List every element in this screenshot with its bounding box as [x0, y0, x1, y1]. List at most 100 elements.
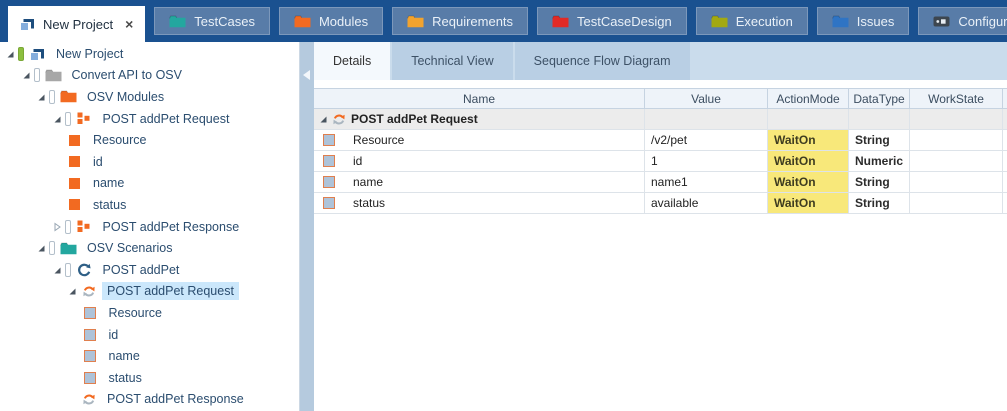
refresh-orange-icon — [330, 113, 347, 126]
execution-folder-icon — [711, 15, 728, 28]
project-window-icon — [20, 17, 35, 31]
tab-technical-view[interactable]: Technical View — [392, 42, 512, 80]
testcasedesign-folder-icon — [552, 15, 569, 28]
row-action-mode: WaitOn — [774, 154, 816, 168]
tab-modules[interactable]: Modules — [279, 7, 383, 35]
expander-expanded-icon[interactable] — [51, 113, 63, 124]
tab-details[interactable]: Details — [314, 42, 390, 80]
tree-item-post-addpet-request[interactable]: POST addPet Request — [0, 281, 299, 303]
work-state-cell[interactable] — [910, 130, 1003, 150]
data-type-cell[interactable]: String — [849, 172, 910, 192]
details-tab-label: Sequence Flow Diagram — [534, 54, 671, 68]
tree-item-post-addpet-response[interactable]: POST addPet Response — [0, 389, 299, 411]
row-value: /v2/pet — [651, 133, 687, 147]
tree-item-name[interactable]: name — [0, 345, 299, 367]
tree-item-status[interactable]: status — [0, 194, 299, 216]
expander-expanded-icon[interactable] — [66, 286, 78, 297]
work-state-cell[interactable] — [910, 193, 1003, 213]
row-name: id — [353, 154, 362, 168]
node-bar-icon — [65, 112, 71, 126]
row-value: name1 — [651, 175, 688, 189]
expander-expanded-icon[interactable] — [51, 264, 63, 275]
value-cell[interactable]: 1 — [645, 151, 768, 171]
tab-new-project[interactable]: New Project× — [8, 6, 145, 42]
action-cell[interactable] — [768, 109, 849, 129]
column-header-datatype[interactable]: DataType — [849, 89, 910, 108]
issues-folder-icon — [832, 15, 849, 28]
square-blue-icon — [82, 307, 99, 319]
expander-collapsed-icon[interactable] — [51, 221, 63, 232]
tree-item-post-addpet-request[interactable]: POST addPet Request — [0, 108, 299, 130]
value-cell[interactable] — [645, 109, 768, 129]
tree-item-new-project[interactable]: New Project — [0, 43, 299, 65]
value-cell[interactable]: available — [645, 193, 768, 213]
tab-testcasedesign[interactable]: TestCaseDesign — [537, 7, 687, 35]
work-state-cell[interactable] — [910, 151, 1003, 171]
collapse-left-icon[interactable] — [303, 70, 310, 80]
expander-expanded-icon[interactable] — [4, 48, 16, 59]
tree-item-label: id — [104, 326, 124, 344]
tab-testcases[interactable]: TestCases — [154, 7, 270, 35]
details-tab-label: Technical View — [411, 54, 493, 68]
tree-item-resource[interactable]: Resource — [0, 129, 299, 151]
wstate-cell[interactable] — [910, 109, 1003, 129]
name-cell[interactable]: POST addPet Request — [314, 109, 645, 129]
expander-expanded-icon[interactable] — [317, 114, 329, 125]
details-gap — [314, 80, 1007, 88]
action-mode-cell[interactable]: WaitOn — [768, 151, 849, 171]
tab-sequence-flow-diagram[interactable]: Sequence Flow Diagram — [515, 42, 690, 80]
table-row-name[interactable]: name name1 WaitOn String — [314, 172, 1007, 193]
value-cell[interactable]: name1 — [645, 172, 768, 192]
tree-item-id[interactable]: id — [0, 324, 299, 346]
tab-label: TestCaseDesign — [577, 14, 672, 29]
details-tab-strip: Details Technical View Sequence Flow Diagr… — [314, 42, 1007, 80]
name-cell[interactable]: status — [314, 193, 645, 213]
name-cell[interactable]: name — [314, 172, 645, 192]
tab-label: Issues — [857, 14, 895, 29]
action-mode-cell[interactable]: WaitOn — [768, 172, 849, 192]
table-group-row[interactable]: POST addPet Request — [314, 109, 1007, 130]
data-type-cell[interactable]: Numeric — [849, 151, 910, 171]
close-icon[interactable]: × — [125, 17, 133, 31]
tab-issues[interactable]: Issues — [817, 7, 910, 35]
tree-item-name[interactable]: name — [0, 173, 299, 195]
table-row-id[interactable]: id 1 WaitOn Numeric — [314, 151, 1007, 172]
data-type-cell[interactable]: String — [849, 193, 910, 213]
value-cell[interactable]: /v2/pet — [645, 130, 768, 150]
tree-item-post-addpet-response[interactable]: POST addPet Response — [0, 216, 299, 238]
work-state-cell[interactable] — [910, 172, 1003, 192]
node-bar-icon — [49, 90, 55, 104]
field-square-icon — [323, 134, 344, 146]
action-mode-cell[interactable]: WaitOn — [768, 193, 849, 213]
action-mode-cell[interactable]: WaitOn — [768, 130, 849, 150]
table-row-status[interactable]: statusavailableWaitOnString — [314, 193, 1007, 214]
row-action-mode: WaitOn — [774, 175, 816, 189]
panel-splitter[interactable] — [300, 42, 314, 411]
column-header-name[interactable]: Name — [314, 89, 645, 108]
name-cell[interactable]: id — [314, 151, 645, 171]
tree-item-osv-modules[interactable]: OSV Modules — [0, 86, 299, 108]
tree-item-label: Resource — [88, 131, 152, 149]
expander-expanded-icon[interactable] — [35, 243, 47, 254]
column-header-workstate[interactable]: WorkState — [910, 89, 1003, 108]
refresh-orange-icon — [80, 285, 97, 298]
data-type-cell[interactable]: String — [849, 130, 910, 150]
tree-item-post-addpet[interactable]: POST addPet — [0, 259, 299, 281]
table-row-resource[interactable]: Resource/v2/pet WaitOnString — [314, 130, 1007, 151]
tab-requirements[interactable]: Requirements — [392, 7, 528, 35]
expander-expanded-icon[interactable] — [35, 91, 47, 102]
tab-execution[interactable]: Execution — [696, 7, 808, 35]
tree-item-convert-api-to-osv[interactable]: Convert API to OSV — [0, 65, 299, 87]
dtype-cell[interactable] — [849, 109, 910, 129]
tab-configurations[interactable]: Configurations — [918, 7, 1007, 35]
tree-item-id[interactable]: id — [0, 151, 299, 173]
tree-item-status[interactable]: status — [0, 367, 299, 389]
expander-expanded-icon[interactable] — [20, 70, 32, 81]
column-header-actionmode[interactable]: ActionMode — [768, 89, 849, 108]
tab-label: Execution — [736, 14, 793, 29]
tree-item-resource[interactable]: Resource — [0, 302, 299, 324]
column-header-value[interactable]: Value — [645, 89, 768, 108]
tree-item-osv-scenarios[interactable]: OSV Scenarios — [0, 237, 299, 259]
name-cell[interactable]: Resource — [314, 130, 645, 150]
tree-item-label: OSV Scenarios — [82, 239, 177, 257]
